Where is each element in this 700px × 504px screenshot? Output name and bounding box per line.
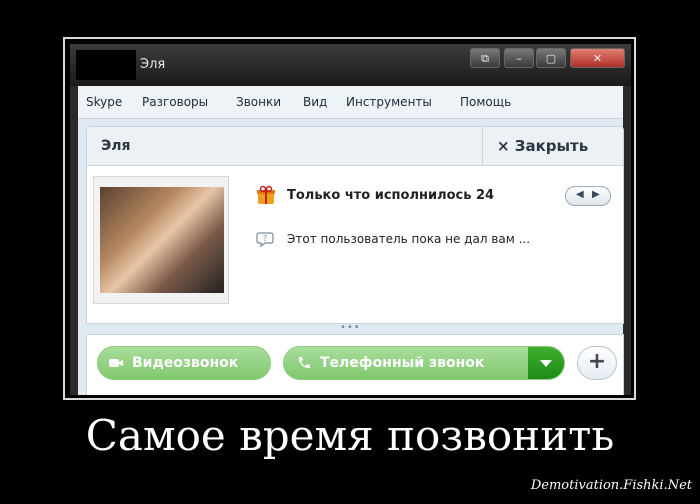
profile-panel: Только что исполнилось 24 ◀ ▶ ? Этот пол… (86, 166, 624, 324)
menu-bar: Skype Разговоры Звонки Вид Инструменты П… (78, 86, 623, 119)
client-area: Skype Разговоры Звонки Вид Инструменты П… (78, 86, 624, 395)
mood-message-icon: ? (256, 232, 274, 248)
video-call-button[interactable]: Видеозвонок (97, 346, 271, 380)
skype-window: Эля ⧉ – ▢ ✕ Skype Разговоры Звонки Вид И… (70, 44, 631, 395)
poster-caption: Самое время позвонить (85, 411, 615, 460)
call-actions-bar: Видеозвонок Телефонный звонок + (86, 334, 624, 395)
header-divider (482, 127, 483, 165)
svg-text:?: ? (263, 234, 267, 243)
phone-call-button[interactable]: Телефонный звонок (283, 346, 565, 380)
prev-arrow-icon[interactable]: ◀ (576, 189, 584, 200)
phone-call-label: Телефонный звонок (320, 355, 485, 371)
menu-tools[interactable]: Инструменты (346, 95, 432, 109)
window-title: Эля (140, 57, 166, 72)
title-bar: Эля ⧉ – ▢ ✕ (70, 44, 631, 86)
menu-help[interactable]: Помощь (460, 95, 511, 109)
minimize-button[interactable]: – (504, 48, 534, 68)
next-arrow-icon[interactable]: ▶ (592, 189, 600, 200)
menu-skype[interactable]: Skype (86, 95, 122, 109)
redacted-app-icon (76, 50, 136, 80)
mood-message: Этот пользователь пока не дал вам ... (287, 232, 531, 246)
menu-calls[interactable]: Звонки (236, 95, 281, 109)
resize-grip-icon[interactable]: ••• (340, 322, 361, 333)
contact-photo (93, 176, 229, 304)
conversation-header: Эля × Закрыть (86, 126, 624, 166)
close-conversation-button[interactable]: × Закрыть (497, 137, 588, 155)
avatar (100, 187, 224, 293)
video-call-label: Видеозвонок (132, 355, 239, 371)
call-options-dropdown[interactable] (528, 347, 564, 379)
birthday-status: Только что исполнилось 24 (287, 188, 495, 203)
gift-icon (257, 185, 275, 204)
phone-icon (298, 357, 310, 369)
chevron-down-icon (540, 360, 552, 367)
add-button[interactable]: + (577, 346, 617, 380)
maximize-button[interactable]: ▢ (536, 48, 566, 68)
watermark: Demotivation.Fishki.Net (530, 478, 692, 493)
close-window-button[interactable]: ✕ (570, 48, 625, 68)
menu-view[interactable]: Вид (303, 95, 327, 109)
profile-nav: ◀ ▶ (565, 186, 611, 206)
menu-conversations[interactable]: Разговоры (142, 95, 208, 109)
video-camera-icon (109, 359, 123, 367)
contact-name: Эля (101, 138, 131, 154)
restore-button[interactable]: ⧉ (470, 48, 500, 68)
